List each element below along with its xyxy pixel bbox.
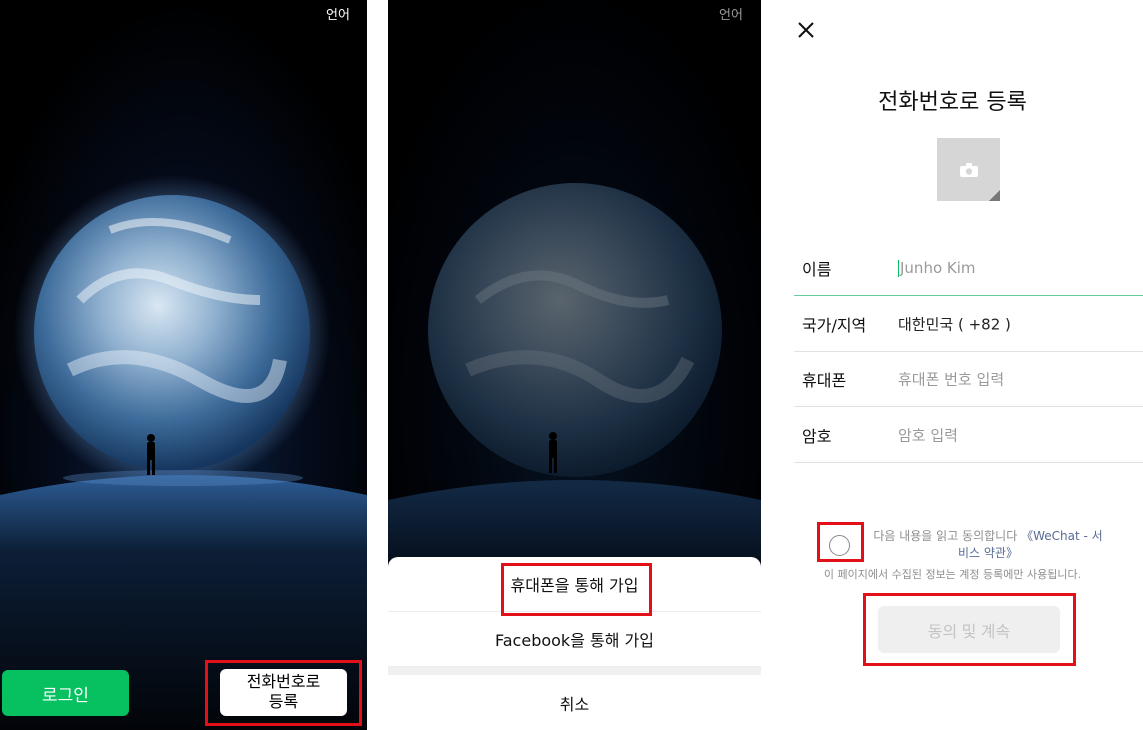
- signup-options-screen: 언어 휴대폰을 통해 가입 Facebook을 통해 가입 취소: [388, 0, 761, 730]
- earth-background-image: [0, 0, 367, 730]
- cancel-option[interactable]: 취소: [388, 675, 761, 730]
- agreement-text: 다음 내용을 읽고 동의합니다 《WeChat - 서비스 약관》: [868, 528, 1108, 562]
- register-by-phone-button[interactable]: 전화번호로 등록: [220, 669, 347, 716]
- agree-and-continue-button[interactable]: 동의 및 계속: [878, 606, 1060, 653]
- region-value[interactable]: 대한민국 ( +82 ): [898, 314, 1011, 335]
- signup-via-facebook-option[interactable]: Facebook을 통해 가입: [388, 612, 761, 667]
- phone-registration-screen: 전화번호로 등록 이름 Junho Kim 국가/지역 대한민국 ( +82 )…: [762, 0, 1143, 730]
- name-placeholder: Junho Kim: [900, 259, 976, 277]
- text-cursor: [898, 260, 899, 277]
- agree-checkbox[interactable]: [829, 535, 850, 556]
- avatar-upload[interactable]: [937, 138, 1000, 201]
- phone-label: 휴대폰: [802, 371, 847, 390]
- page-title: 전화번호로 등록: [878, 90, 1027, 115]
- name-input[interactable]: Junho Kim: [898, 259, 976, 277]
- password-row: 암호 암호 입력: [794, 408, 1143, 463]
- name-label: 이름: [802, 260, 832, 279]
- signup-action-sheet: 휴대폰을 통해 가입 Facebook을 통해 가입 취소: [388, 557, 761, 730]
- phone-row: 휴대폰 휴대폰 번호 입력: [794, 352, 1143, 407]
- password-label: 암호: [802, 427, 832, 446]
- region-label: 국가/지역: [802, 316, 867, 335]
- sheet-divider: [388, 667, 761, 675]
- privacy-note: 이 페이지에서 수집된 정보는 계정 등록에만 사용됩니다.: [823, 568, 1082, 581]
- region-row[interactable]: 국가/지역 대한민국 ( +82 ): [794, 297, 1143, 352]
- phone-input[interactable]: 휴대폰 번호 입력: [898, 369, 1004, 390]
- language-link[interactable]: 언어: [326, 4, 350, 23]
- name-row: 이름 Junho Kim: [794, 241, 1143, 296]
- login-button[interactable]: 로그인: [2, 670, 129, 716]
- signup-via-phone-option[interactable]: 휴대폰을 통해 가입: [388, 557, 761, 612]
- close-icon[interactable]: [796, 20, 816, 40]
- camera-icon: [960, 163, 978, 177]
- language-link[interactable]: 언어: [719, 4, 743, 23]
- welcome-screen: 언어 로그인 전화번호로 등록: [0, 0, 367, 730]
- password-input[interactable]: 암호 입력: [898, 425, 958, 446]
- corner-indicator: [989, 190, 1000, 201]
- agreement-statement: 다음 내용을 읽고 동의합니다: [873, 529, 1022, 543]
